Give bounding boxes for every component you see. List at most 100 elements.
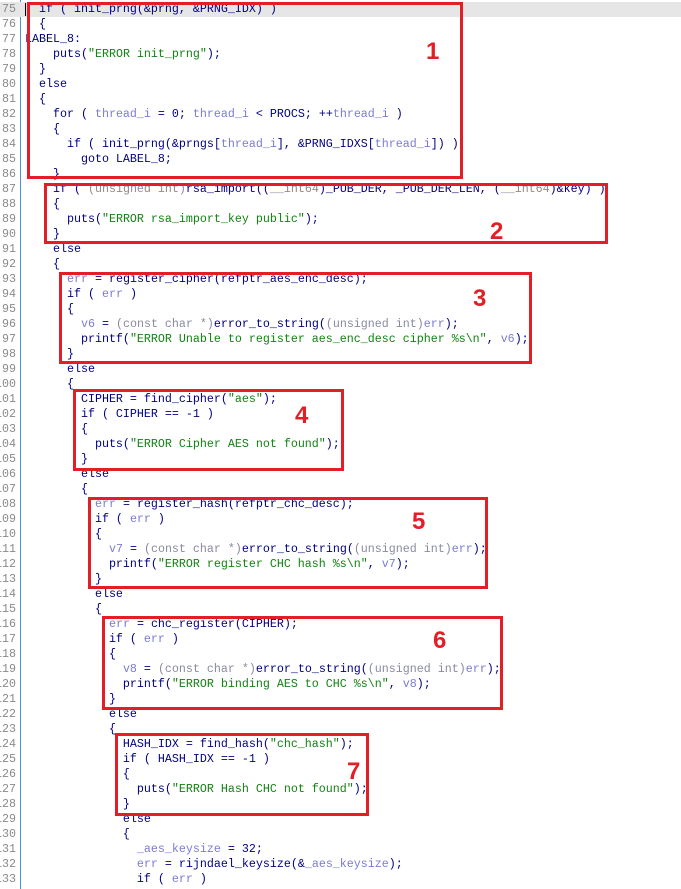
code-line[interactable]: 91 else — [0, 242, 681, 257]
code-text: { — [25, 257, 60, 272]
code-line[interactable]: 131 _aes_keysize = 32; — [0, 842, 681, 857]
line-number: 111 — [0, 542, 16, 556]
line-number: 121 — [0, 692, 16, 706]
code-line[interactable]: 133 if ( err ) — [0, 872, 681, 887]
annotation-label-2: 2 — [490, 218, 504, 245]
line-number: 113 — [0, 572, 16, 586]
line-number: 126 — [0, 767, 16, 781]
line-number: 105 — [0, 452, 16, 466]
line-number: 110 — [0, 527, 16, 541]
local-variable: _aes_keysize — [304, 857, 389, 871]
code-line[interactable]: 130 { — [0, 827, 681, 842]
code-text: else — [25, 362, 95, 377]
line-number: 101 — [0, 392, 16, 406]
line-number: 129 — [0, 812, 16, 826]
line-number: 93 — [2, 272, 16, 286]
line-number: 82 — [2, 107, 16, 121]
code-token: = 32; — [220, 842, 263, 856]
line-number: 94 — [2, 287, 16, 301]
annotation-label-3: 3 — [473, 285, 487, 312]
code-token: ); — [388, 857, 403, 871]
code-line[interactable]: 92 { — [0, 257, 681, 272]
code-token: = rijndael_keysize(& — [157, 857, 305, 871]
code-token: { — [25, 827, 130, 841]
line-number: 119 — [0, 662, 16, 676]
code-token: { — [25, 722, 116, 736]
line-number: 132 — [0, 857, 16, 871]
line-number: 92 — [2, 257, 16, 271]
line-number: 103 — [0, 422, 16, 436]
code-line[interactable]: 107 { — [0, 482, 681, 497]
line-number: 125 — [0, 752, 16, 766]
code-text: else — [25, 242, 81, 257]
line-number: 95 — [2, 302, 16, 316]
code-token: else — [25, 362, 95, 376]
line-number: 114 — [0, 587, 16, 601]
annotation-box-1 — [27, 2, 463, 179]
code-token: else — [25, 242, 81, 256]
local-variable: err — [136, 857, 158, 871]
line-number: 109 — [0, 512, 16, 526]
line-number: 75 — [2, 2, 16, 16]
code-text: _aes_keysize = 32; — [25, 842, 263, 857]
code-text: { — [25, 602, 102, 617]
annotation-box-2 — [44, 183, 608, 244]
line-number: 87 — [2, 182, 16, 196]
line-number: 106 — [0, 467, 16, 481]
code-line[interactable]: 132 err = rijndael_keysize(&_aes_keysize… — [0, 857, 681, 872]
local-variable: _aes_keysize — [136, 842, 221, 856]
line-number: 102 — [0, 407, 16, 421]
line-number: 112 — [0, 557, 16, 571]
line-number: 86 — [2, 167, 16, 181]
code-text: { — [25, 722, 116, 737]
line-number: 91 — [2, 242, 16, 256]
code-token: { — [25, 602, 102, 616]
line-number: 131 — [0, 842, 16, 856]
code-line[interactable]: 99 else — [0, 362, 681, 377]
line-number: 78 — [2, 47, 16, 61]
annotation-label-6: 6 — [433, 627, 447, 654]
annotation-label-1: 1 — [426, 38, 440, 65]
line-number: 76 — [2, 17, 16, 31]
code-line[interactable]: 114 else — [0, 587, 681, 602]
line-number: 84 — [2, 137, 16, 151]
code-text: else — [25, 587, 123, 602]
line-number: 100 — [0, 377, 16, 391]
line-number: 88 — [2, 197, 16, 211]
line-number: 115 — [0, 602, 16, 616]
code-text: { — [25, 827, 130, 842]
local-variable: err — [171, 872, 193, 886]
line-number: 81 — [2, 92, 16, 106]
text-cursor — [25, 3, 26, 16]
line-number: 97 — [2, 332, 16, 346]
line-number: 107 — [0, 482, 16, 496]
line-number: 83 — [2, 122, 16, 136]
line-number: 85 — [2, 152, 16, 166]
annotation-box-5 — [88, 497, 488, 589]
line-number: 79 — [2, 62, 16, 76]
code-text: { — [25, 377, 74, 392]
line-number: 118 — [0, 647, 16, 661]
line-number: 117 — [0, 632, 16, 646]
line-number: 123 — [0, 722, 16, 736]
code-text: { — [25, 482, 88, 497]
code-line[interactable]: 115 { — [0, 602, 681, 617]
line-number: 96 — [2, 317, 16, 331]
code-token: else — [25, 587, 123, 601]
code-token: ) — [192, 872, 207, 886]
line-number: 98 — [2, 347, 16, 361]
line-number: 89 — [2, 212, 16, 226]
annotation-label-4: 4 — [295, 402, 309, 429]
line-number: 122 — [0, 707, 16, 721]
line-number: 77 — [2, 32, 16, 46]
line-number: 99 — [2, 362, 16, 376]
line-number: 104 — [0, 437, 16, 451]
line-number: 120 — [0, 677, 16, 691]
annotation-box-7 — [115, 733, 369, 816]
annotation-label-5: 5 — [412, 508, 426, 535]
line-number: 128 — [0, 797, 16, 811]
line-number: 116 — [0, 617, 16, 631]
